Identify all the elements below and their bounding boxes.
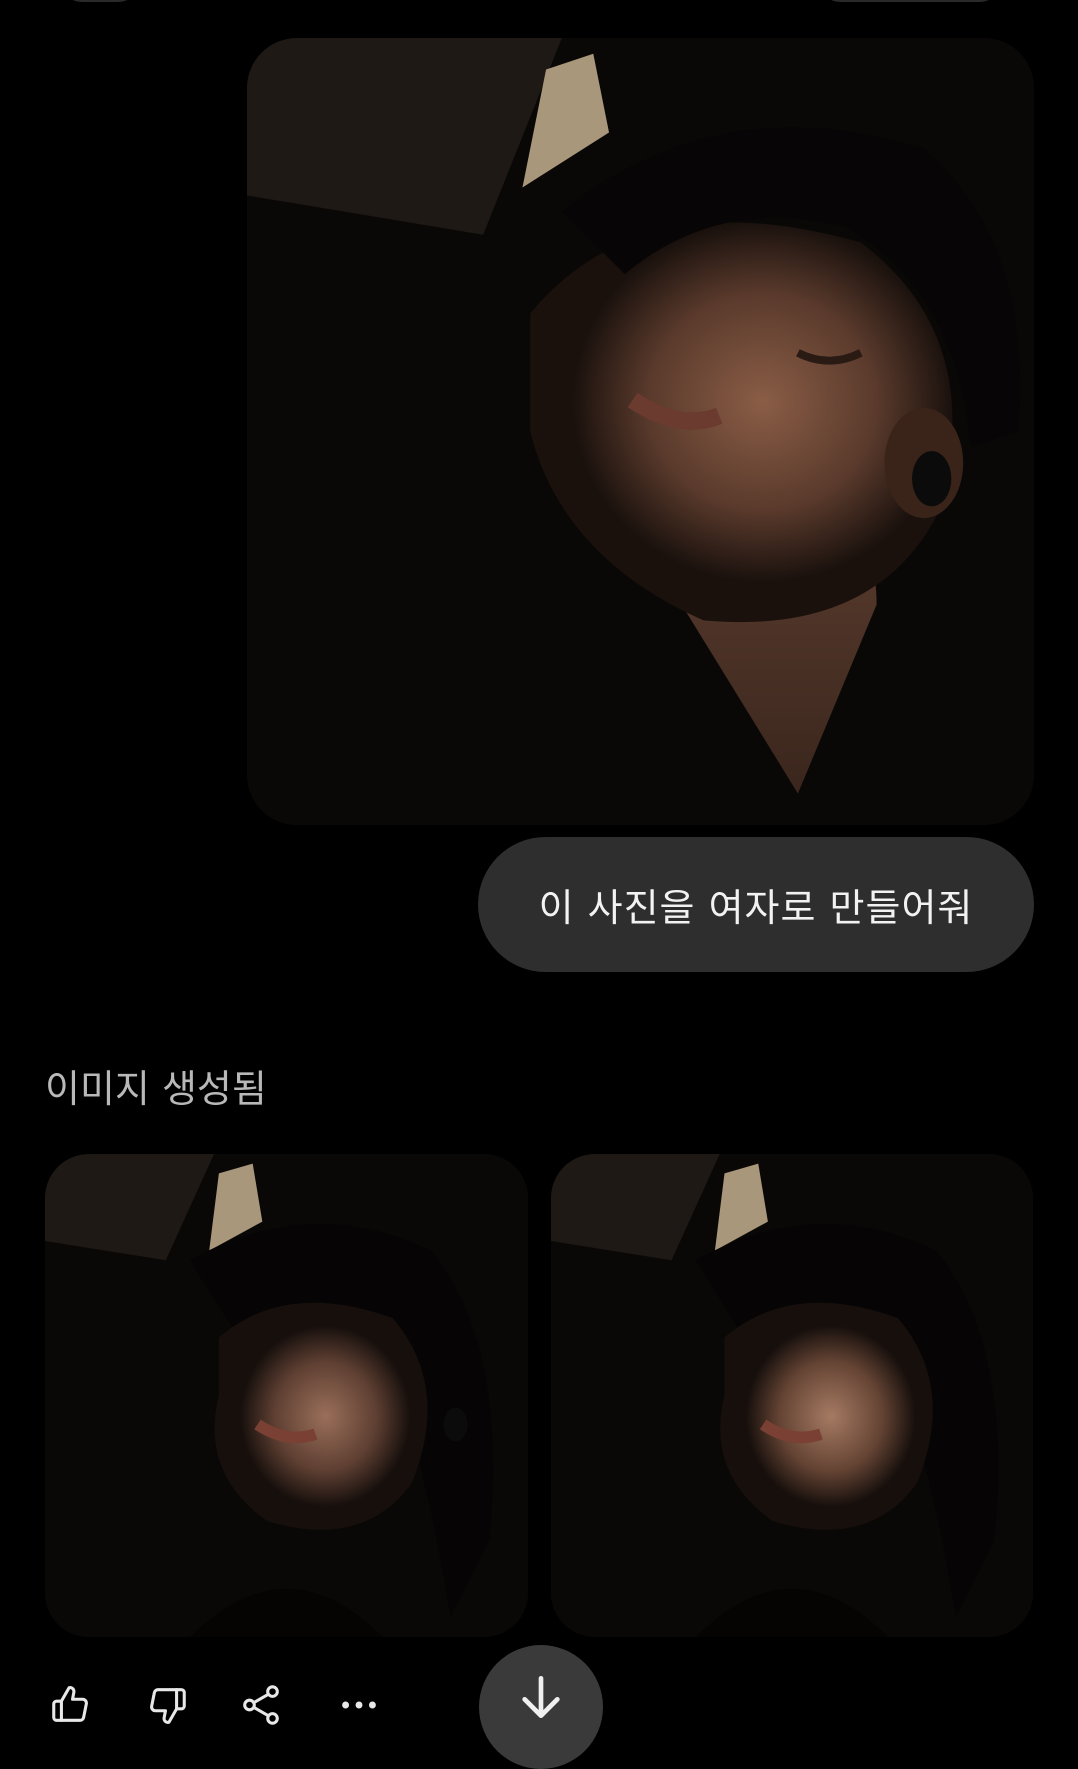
share-button[interactable] [226, 1670, 296, 1740]
photo-illustration [551, 1154, 1033, 1637]
user-message-text: 이 사진을 여자로 만들어줘 [538, 886, 974, 930]
photo-illustration [45, 1154, 528, 1637]
share-icon [243, 1685, 279, 1725]
top-partial-element [820, 0, 1000, 2]
more-icon [342, 1701, 376, 1709]
user-uploaded-photo[interactable] [247, 38, 1034, 825]
thumbs-down-icon [150, 1688, 186, 1724]
scroll-to-bottom-button[interactable] [479, 1645, 603, 1769]
thumbs-up-icon [52, 1686, 88, 1722]
generated-image-1[interactable] [45, 1154, 528, 1637]
like-button[interactable] [36, 1670, 106, 1740]
user-message-bubble: 이 사진을 여자로 만들어줘 [478, 837, 1034, 972]
generated-image-2[interactable] [551, 1154, 1033, 1637]
photo-illustration [247, 38, 1034, 825]
image-generated-label: 이미지 생성됨 [45, 1067, 267, 1111]
more-button[interactable] [324, 1670, 394, 1740]
top-partial-element [60, 0, 140, 2]
arrow-down-icon [522, 1676, 560, 1718]
dislike-button[interactable] [132, 1670, 202, 1740]
